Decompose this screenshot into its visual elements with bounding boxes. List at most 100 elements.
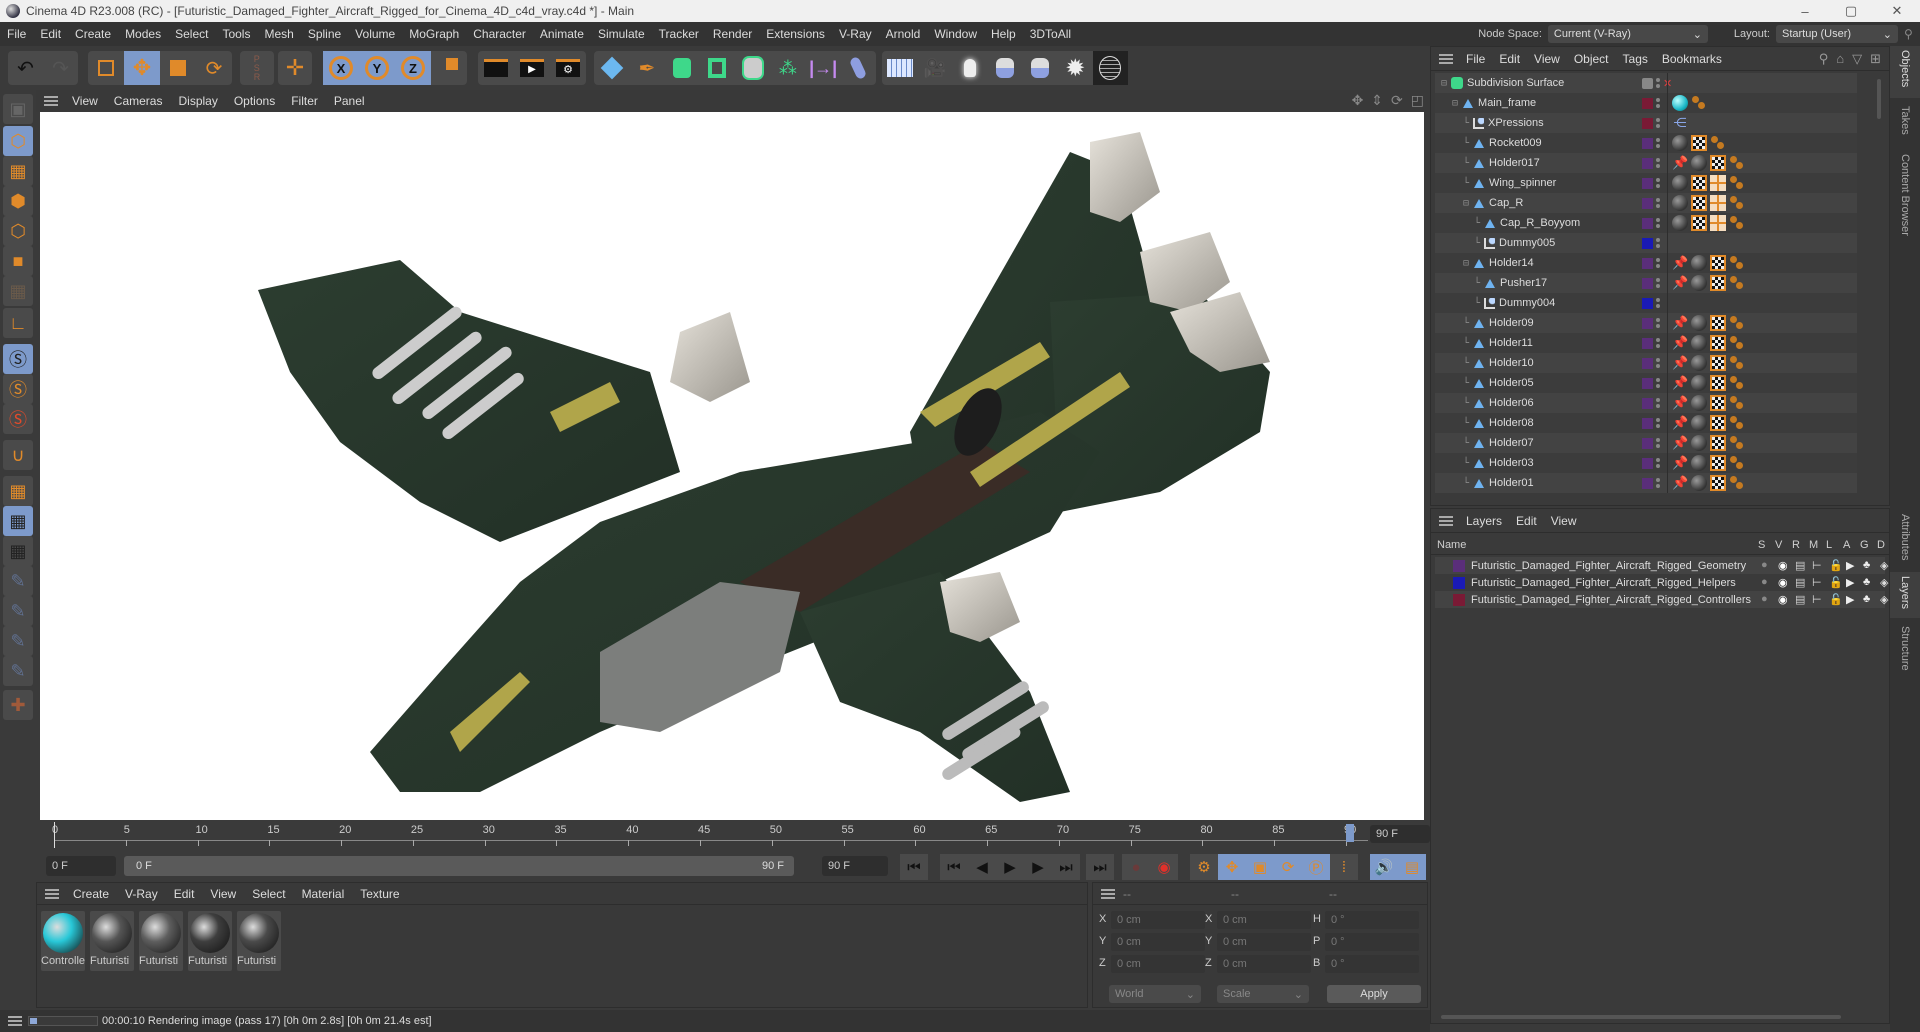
range-slider[interactable]: 0 F 90 F <box>124 856 794 876</box>
material-tag-icon[interactable] <box>1691 475 1707 491</box>
symmetry-button[interactable]: |→| <box>806 51 841 85</box>
viewport-menu-view[interactable]: View <box>64 94 106 108</box>
bend-button[interactable] <box>841 51 876 85</box>
3d-viewport[interactable] <box>40 112 1424 820</box>
material-menu-view[interactable]: View <box>202 887 244 901</box>
ik-pin-tag-icon[interactable]: 📌 <box>1672 415 1688 431</box>
xpresso-rig-tag-icon[interactable] <box>1729 475 1745 491</box>
object-row[interactable]: ⊟ Subdivision Surface ✕ <box>1435 73 1857 93</box>
xpresso-rig-tag-icon[interactable] <box>1729 435 1745 451</box>
layer-column-l[interactable]: L <box>1826 539 1836 551</box>
move-key-button[interactable]: ✥ <box>1218 854 1246 880</box>
rotate-button[interactable]: ⟳ <box>196 51 232 85</box>
layer-column-g[interactable]: G <box>1860 539 1870 551</box>
search-icon[interactable]: ⚲ <box>1904 27 1920 41</box>
ik-pin-tag-icon[interactable]: 📌 <box>1672 395 1688 411</box>
x-axis-button[interactable]: X <box>323 51 359 85</box>
transform-mode-dropdown[interactable]: Scale ⌄ <box>1217 985 1309 1003</box>
layer-color-swatch[interactable] <box>1453 593 1465 606</box>
material-swatch[interactable]: Futuristi <box>139 911 183 971</box>
subdivision-button[interactable] <box>665 51 700 85</box>
visibility-dots-icon[interactable] <box>1656 338 1660 348</box>
sound-button[interactable]: 🔊 <box>1370 854 1398 880</box>
menu-edit[interactable]: Edit <box>33 27 68 41</box>
material-tag-icon[interactable] <box>1691 395 1707 411</box>
extrude-button[interactable] <box>700 51 735 85</box>
next-frame-button[interactable]: ▶ <box>1024 854 1052 880</box>
viewport-menu-filter[interactable]: Filter <box>283 94 326 108</box>
viewport-hamburger-icon[interactable] <box>44 96 58 106</box>
ik-pin-tag-icon[interactable]: 📌 <box>1672 475 1688 491</box>
layer-color-swatch[interactable] <box>1642 457 1653 469</box>
model-mode-button[interactable]: ⬡ <box>3 126 33 156</box>
xpresso-rig-tag-icon[interactable] <box>1729 175 1745 191</box>
coordinate-mode-dropdown[interactable]: World ⌄ <box>1109 985 1201 1003</box>
magnet-button[interactable]: ∪ <box>3 440 33 470</box>
material-tag-icon[interactable] <box>1691 375 1707 391</box>
menu-animate[interactable]: Animate <box>533 27 591 41</box>
psr-button[interactable]: PSR <box>240 51 274 85</box>
layer-color-swatch[interactable] <box>1642 357 1653 369</box>
texture-tag-icon[interactable] <box>1710 315 1726 331</box>
pin-p-button[interactable]: ✎ <box>3 596 33 626</box>
xpresso-rig-tag-icon[interactable] <box>1729 375 1745 391</box>
material-menu-select[interactable]: Select <box>244 887 293 901</box>
scale-key-button[interactable]: ▣ <box>1246 854 1274 880</box>
record-disabled-button[interactable]: ● <box>1122 854 1150 880</box>
timeline-button[interactable]: ▤ <box>1398 854 1426 880</box>
layer-color-swatch[interactable] <box>1642 137 1653 149</box>
xpresso-rig-tag-icon[interactable] <box>1691 95 1707 111</box>
texture-tag-icon[interactable] <box>1710 355 1726 371</box>
object-row[interactable]: └ Dummy005 <box>1435 233 1857 253</box>
viewport-menu-panel[interactable]: Panel <box>326 94 373 108</box>
menu-window[interactable]: Window <box>927 27 984 41</box>
visibility-dots-icon[interactable] <box>1656 438 1660 448</box>
mograph-button[interactable]: ⁂ <box>770 51 805 85</box>
xpresso-rig-tag-icon[interactable] <box>1729 335 1745 351</box>
coordinate-system-button[interactable] <box>431 51 467 85</box>
light-button[interactable] <box>952 51 987 85</box>
menu-select[interactable]: Select <box>168 27 215 41</box>
layer-color-swatch[interactable] <box>1642 477 1653 489</box>
maximize-button[interactable]: ▢ <box>1828 0 1874 22</box>
texture-mode-button[interactable]: ▦ <box>3 156 33 186</box>
autokey-button[interactable]: ◉ <box>1150 854 1178 880</box>
material-tag-icon[interactable] <box>1672 135 1688 151</box>
new-view-icon[interactable]: ⊞ <box>1870 51 1881 67</box>
render-icon[interactable]: ▤ <box>1795 576 1806 589</box>
move-view-icon[interactable]: ✥ <box>1352 92 1364 109</box>
material-hamburger-icon[interactable] <box>45 888 59 899</box>
max-frame-field[interactable]: 90 F <box>1370 825 1430 843</box>
visibility-dots-icon[interactable] <box>1656 198 1660 208</box>
rotate-key-button[interactable]: ⟳ <box>1274 854 1302 880</box>
visibility-dots-icon[interactable] <box>1656 278 1660 288</box>
layer-color-swatch[interactable] <box>1642 217 1653 229</box>
tab-attributes[interactable]: Attributes <box>1890 510 1920 570</box>
material-tag-icon[interactable] <box>1691 435 1707 451</box>
xpresso-rig-tag-icon[interactable] <box>1729 455 1745 471</box>
recent-tool-button[interactable]: ✛ <box>278 51 312 85</box>
object-row[interactable]: └ Pusher17 📌 <box>1435 273 1857 293</box>
menu-spline[interactable]: Spline <box>301 27 348 41</box>
playhead[interactable] <box>54 822 55 848</box>
axis-mode-button[interactable]: ∟ <box>3 308 33 338</box>
material-swatch[interactable]: Controlle <box>41 911 85 971</box>
menu-help[interactable]: Help <box>984 27 1023 41</box>
coord-field[interactable]: 0 cm <box>1111 911 1205 929</box>
menu-file[interactable]: File <box>0 27 33 41</box>
layer-color-swatch[interactable] <box>1453 559 1465 572</box>
param-key-button[interactable]: Ⓟ <box>1302 854 1330 880</box>
menu-mesh[interactable]: Mesh <box>257 27 300 41</box>
animation-icon[interactable]: ▶ <box>1846 559 1857 572</box>
apply-button[interactable]: Apply <box>1327 985 1421 1003</box>
render-icon[interactable]: ▤ <box>1795 593 1806 606</box>
locked-workplane-button[interactable]: ▦ <box>3 506 33 536</box>
end-frame-field[interactable]: 90 F <box>822 856 888 876</box>
close-button[interactable]: ✕ <box>1874 0 1920 22</box>
texture-tag-icon[interactable] <box>1710 455 1726 471</box>
material-tag-icon[interactable] <box>1691 315 1707 331</box>
layer-color-swatch[interactable] <box>1642 237 1653 249</box>
layer-row[interactable]: Futuristic_Damaged_Fighter_Aircraft_Rigg… <box>1435 574 1888 591</box>
viewport-menu-display[interactable]: Display <box>170 94 225 108</box>
coord-field[interactable]: 0 cm <box>1111 933 1205 951</box>
